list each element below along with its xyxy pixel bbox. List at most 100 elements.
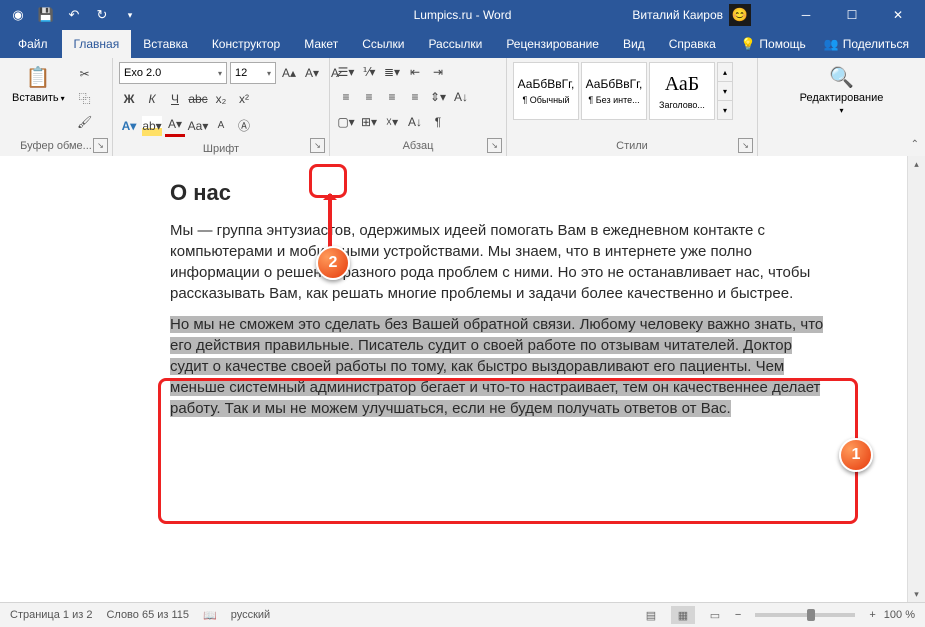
bold-button[interactable]: Ж: [119, 89, 139, 109]
borders-button[interactable]: ⊞▾: [359, 112, 379, 132]
font-name-value: Exo 2.0: [124, 67, 161, 79]
shrink-font-button[interactable]: A▾: [302, 63, 322, 83]
font-launcher[interactable]: ↘: [310, 138, 325, 153]
page-indicator[interactable]: Страница 1 из 2: [10, 609, 92, 621]
font-color-button[interactable]: A▾: [165, 114, 185, 137]
text-effects-button[interactable]: A▾: [119, 116, 139, 136]
undo-icon[interactable]: ↶: [64, 5, 84, 25]
redo-icon[interactable]: ↻: [92, 5, 112, 25]
paragraph-2-selected[interactable]: Но мы не сможем это сделать без Вашей об…: [170, 314, 829, 419]
styles-down-button[interactable]: ▾: [718, 82, 732, 101]
page-content: О нас Мы — группа энтузиастов, одержимых…: [0, 156, 925, 419]
scroll-down-button[interactable]: ▾: [908, 586, 925, 603]
align-center-button[interactable]: ≡: [359, 87, 379, 107]
group-font: Exo 2.0▾ 12▾ A▴ A▾ A̷ Ж К Ч abc x₂ x² A▾…: [113, 58, 330, 156]
scroll-track[interactable]: [908, 173, 925, 586]
word-count[interactable]: Слово 65 из 115: [106, 609, 189, 621]
save-icon[interactable]: 💾: [36, 5, 56, 25]
increase-indent-button[interactable]: ⇥: [428, 62, 448, 82]
change-case-button[interactable]: Aa▾: [188, 116, 208, 136]
print-layout-button[interactable]: ▦: [671, 606, 695, 624]
align-left-button[interactable]: ≡: [336, 87, 356, 107]
justify-button[interactable]: ≡: [405, 87, 425, 107]
maximize-button[interactable]: ☐: [829, 0, 875, 30]
enclose-button[interactable]: Ⓐ: [234, 116, 254, 136]
paste-button[interactable]: 📋 Вставить▾: [6, 62, 71, 106]
style-normal[interactable]: АаБбВвГг, ¶ Обычный: [513, 62, 579, 120]
help-label: Помощь: [759, 37, 805, 51]
qat-customize-icon[interactable]: ▾: [120, 5, 140, 25]
grow-font-button[interactable]: A▴: [279, 63, 299, 83]
italic-button[interactable]: К: [142, 89, 162, 109]
tab-layout[interactable]: Макет: [292, 30, 350, 58]
tab-references[interactable]: Ссылки: [350, 30, 416, 58]
editing-button[interactable]: 🔍 Редактирование ▾: [794, 62, 890, 117]
align-right-button[interactable]: ≡: [382, 87, 402, 107]
minimize-button[interactable]: ─: [783, 0, 829, 30]
show-marks-button[interactable]: ¶: [428, 112, 448, 132]
sort2-button[interactable]: A↓: [405, 112, 425, 132]
vertical-scrollbar[interactable]: ▴ ▾: [907, 156, 925, 603]
asian-layout-button[interactable]: ☓▾: [382, 112, 402, 132]
tab-review[interactable]: Рецензирование: [494, 30, 611, 58]
scroll-up-button[interactable]: ▴: [908, 156, 925, 173]
zoom-level[interactable]: 100 %: [884, 609, 915, 621]
zoom-in-button[interactable]: +: [869, 609, 875, 621]
format-painter-button[interactable]: 🖌: [75, 112, 95, 132]
autosave-icon[interactable]: ◉: [8, 5, 28, 25]
tab-insert[interactable]: Вставка: [131, 30, 200, 58]
line-spacing-button[interactable]: ⇕▾: [428, 87, 448, 107]
file-tab[interactable]: Файл: [4, 30, 62, 58]
sort-button[interactable]: A↓: [451, 87, 471, 107]
shading-button[interactable]: ▢▾: [336, 112, 356, 132]
multilevel-button[interactable]: ≣▾: [382, 62, 402, 82]
tab-mailings[interactable]: Рассылки: [416, 30, 494, 58]
avatar[interactable]: 😊: [729, 4, 751, 26]
chevron-down-icon: ▾: [214, 69, 222, 78]
style-preview: АаБбВвГг,: [518, 77, 575, 91]
group-editing: 🔍 Редактирование ▾: [758, 58, 925, 156]
clipboard-launcher[interactable]: ↘: [93, 138, 108, 153]
styles-launcher[interactable]: ↘: [738, 138, 753, 153]
group-styles: АаБбВвГг, ¶ Обычный АаБбВвГг, ¶ Без инте…: [507, 58, 758, 156]
selected-text: Но мы не сможем это сделать без Вашей об…: [170, 316, 823, 417]
collapse-ribbon-button[interactable]: ⌃: [911, 139, 919, 150]
styles-more-button[interactable]: ▾: [718, 101, 732, 119]
subscript-button[interactable]: x₂: [211, 89, 231, 109]
char-border-button[interactable]: A: [211, 116, 231, 136]
styles-up-button[interactable]: ▴: [718, 63, 732, 82]
decrease-indent-button[interactable]: ⇤: [405, 62, 425, 82]
zoom-out-button[interactable]: −: [735, 609, 741, 621]
underline-button[interactable]: Ч: [165, 89, 185, 109]
language-indicator[interactable]: русский: [231, 609, 270, 621]
user-name[interactable]: Виталий Каиров: [632, 8, 723, 22]
tab-home[interactable]: Главная: [62, 30, 132, 58]
close-button[interactable]: ✕: [875, 0, 921, 30]
superscript-button[interactable]: x²: [234, 89, 254, 109]
heading[interactable]: О нас: [170, 180, 829, 206]
share-button[interactable]: 👥Поделиться: [816, 30, 917, 58]
tab-help[interactable]: Справка: [657, 30, 728, 58]
highlight-button[interactable]: ab▾: [142, 116, 162, 136]
paragraph-1[interactable]: Мы — группа энтузиастов, одержимых идеей…: [170, 220, 829, 304]
spellcheck-icon[interactable]: 📖: [203, 609, 217, 622]
cut-button[interactable]: ✂: [75, 64, 95, 84]
paragraph-launcher[interactable]: ↘: [487, 138, 502, 153]
zoom-thumb[interactable]: [807, 609, 815, 621]
document-area[interactable]: О нас Мы — группа энтузиастов, одержимых…: [0, 156, 925, 603]
bullets-button[interactable]: ☰▾: [336, 62, 356, 82]
tell-me-button[interactable]: 💡Помощь: [732, 30, 813, 58]
style-nospacing[interactable]: АаБбВвГг, ¶ Без инте...: [581, 62, 647, 120]
font-size-combo[interactable]: 12▾: [230, 62, 276, 84]
group-label: [758, 138, 925, 156]
font-name-combo[interactable]: Exo 2.0 ▾: [119, 62, 227, 84]
read-mode-button[interactable]: ▤: [639, 606, 663, 624]
tab-design[interactable]: Конструктор: [200, 30, 292, 58]
web-layout-button[interactable]: ▭: [703, 606, 727, 624]
tab-view[interactable]: Вид: [611, 30, 657, 58]
strike-button[interactable]: abc: [188, 89, 208, 109]
numbering-button[interactable]: ⅟▾: [359, 62, 379, 82]
zoom-slider[interactable]: [755, 613, 855, 617]
style-heading1[interactable]: АаБ Заголово...: [649, 62, 715, 120]
copy-button[interactable]: ⿻: [75, 88, 95, 108]
